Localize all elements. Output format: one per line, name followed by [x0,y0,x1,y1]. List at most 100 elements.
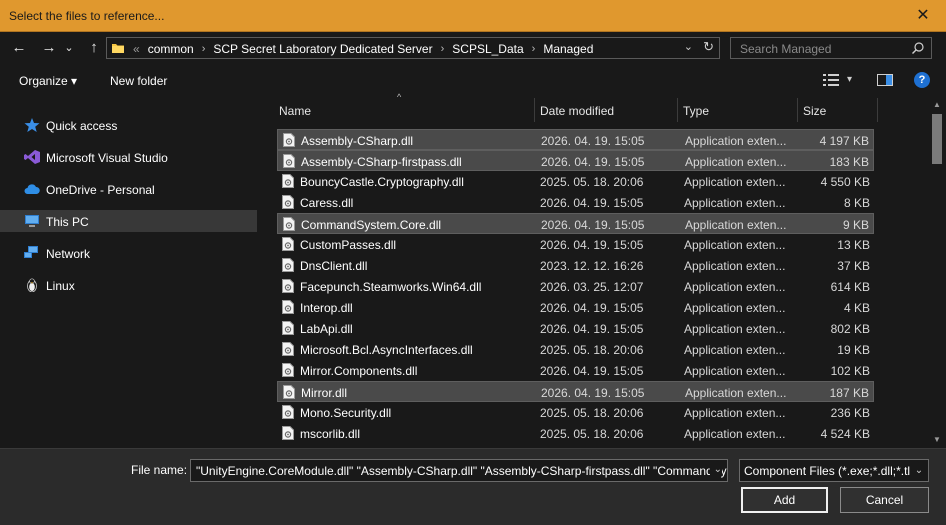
breadcrumb-separator[interactable]: › [441,43,445,55]
scroll-down-button[interactable]: ▼ [933,435,941,444]
table-row[interactable]: Mono.Security.dll 2025. 05. 18. 20:06 Appl… [277,402,874,423]
column-header-date[interactable]: Date modified [535,96,678,124]
file-type-select[interactable]: Component Files (*.exe;*.dll;*.tlb;*.olb… [739,459,929,482]
file-size: 4 KB [843,301,870,315]
table-row[interactable]: Microsoft.Bcl.AsyncInterfaces.dll 2025. 0… [277,339,874,360]
dll-file-icon [283,385,295,399]
file-name: Mono.Security.dll [300,406,392,420]
refresh-icon[interactable]: ↻ [703,39,714,55]
sidebar-item-label: Linux [46,279,75,293]
sidebar-item-network[interactable]: Network [0,242,257,264]
file-rows: Assembly-CSharp.dll 2026. 04. 19. 15:05 Ap… [277,129,874,444]
table-row[interactable]: LabApi.dll 2026. 04. 19. 15:05 Application… [277,318,874,339]
file-name: DnsClient.dll [300,259,368,273]
breadcrumb-separator[interactable]: › [532,43,536,55]
vertical-scrollbar[interactable]: ▲ ▼ [929,96,946,448]
file-type: Application exten... [684,280,786,294]
scroll-up-button[interactable]: ▲ [933,100,941,109]
file-type: Application exten... [684,343,786,357]
table-row[interactable]: Mirror.dll 2026. 04. 19. 15:05 Application… [277,381,874,402]
sidebar-item-linux[interactable]: Linux [0,274,257,296]
file-date: 2026. 04. 19. 15:05 [540,364,644,378]
table-row[interactable]: DnsClient.dll 2023. 12. 12. 16:26 Applicat… [277,255,874,276]
dll-file-icon [283,154,295,168]
breadcrumb-server[interactable]: SCP Secret Laboratory Dedicated Server [213,42,432,56]
file-size: 236 KB [830,406,870,420]
chevron-down-icon[interactable]: ⌄ [684,40,693,53]
chevron-down-icon[interactable]: ⌄ [910,460,928,481]
recent-locations-button[interactable]: ⌄ [62,38,76,58]
sidebar-item-visual-studio[interactable]: Microsoft Visual Studio [0,146,257,168]
column-header-type[interactable]: Type [678,96,797,124]
chevron-down-icon[interactable]: ⌄ [709,464,722,475]
forward-button[interactable]: → [38,38,60,58]
preview-pane-icon[interactable] [877,74,893,86]
organize-button[interactable]: Organize ▾ [19,74,77,88]
file-date: 2023. 12. 12. 16:26 [540,259,644,273]
file-date: 2026. 04. 19. 15:05 [541,134,645,148]
sidebar-item-label: This PC [46,215,89,229]
file-name-field[interactable]: "UnityEngine.CoreModule.dll" "Assembly-C… [190,459,728,482]
up-button[interactable]: ↑ [83,38,105,58]
file-type: Application exten... [684,238,786,252]
sidebar-item-onedrive[interactable]: OneDrive - Personal [0,178,257,200]
file-name: Caress.dll [300,196,354,210]
file-type: Application exten... [684,196,786,210]
sidebar-item-quick-access[interactable]: Quick access [0,114,257,136]
file-type: Application exten... [684,322,786,336]
breadcrumb-data[interactable]: SCPSL_Data [452,42,523,56]
table-row[interactable]: Interop.dll 2026. 04. 19. 15:05 Applicatio… [277,297,874,318]
breadcrumb-common[interactable]: common [148,42,194,56]
search-placeholder: Search Managed [740,42,832,56]
search-icon[interactable] [911,41,925,55]
dll-file-icon [282,174,294,188]
dll-file-icon [283,133,295,147]
file-name: LabApi.dll [300,322,353,336]
scroll-thumb[interactable] [932,114,942,164]
file-date: 2026. 04. 19. 15:05 [540,301,644,315]
file-date: 2025. 05. 18. 20:06 [540,343,644,357]
cancel-button[interactable]: Cancel [840,487,929,513]
column-header-label: Size [803,104,827,118]
file-date: 2025. 05. 18. 20:06 [540,175,644,189]
search-input[interactable]: Search Managed [730,37,932,59]
column-header-label: Type [683,104,710,118]
file-size: 183 KB [829,155,869,169]
column-divider[interactable] [877,98,878,122]
file-size: 4 197 KB [819,134,869,148]
network-icon [24,246,38,258]
table-row[interactable]: Facepunch.Steamworks.Win64.dll 2026. 03. … [277,276,874,297]
breadcrumb-separator[interactable]: › [202,43,206,55]
table-row[interactable]: CommandSystem.Core.dll 2026. 04. 19. 15:0… [277,213,874,234]
view-options-icon[interactable] [823,74,839,86]
close-button[interactable]: ✕ [900,0,946,32]
file-list: ^ Name Date modified Type Size Assembly-… [263,92,929,448]
table-row[interactable]: Assembly-CSharp.dll 2026. 04. 19. 15:05 Ap… [277,129,874,150]
navigation-pane: Quick access Microsoft Visual Studio One… [0,96,263,448]
breadcrumb-managed[interactable]: Managed [543,42,593,56]
sidebar-item-this-pc[interactable]: This PC [0,210,257,232]
back-button[interactable]: ← [8,38,30,58]
new-folder-button[interactable]: New folder [110,74,167,88]
file-date: 2026. 04. 19. 15:05 [540,238,644,252]
file-name: Microsoft.Bcl.AsyncInterfaces.dll [300,343,473,357]
help-icon[interactable]: ? [914,72,930,88]
file-type: Application exten... [684,301,786,315]
address-bar[interactable]: « common › SCP Secret Laboratory Dedicat… [106,37,720,59]
column-header-size[interactable]: Size [798,96,878,124]
table-row[interactable]: BouncyCastle.Cryptography.dll 2025. 05. 1… [277,171,874,192]
table-row[interactable]: Caress.dll 2026. 04. 19. 15:05 Application… [277,192,874,213]
breadcrumb-overflow[interactable]: « [133,42,140,56]
column-header-name[interactable]: Name [274,96,534,124]
table-row[interactable]: CustomPasses.dll 2026. 04. 19. 15:05 Appli… [277,234,874,255]
table-row[interactable]: Mirror.Components.dll 2026. 04. 19. 15:05… [277,360,874,381]
table-row[interactable]: Assembly-CSharp-firstpass.dll 2026. 04. 1… [277,150,874,171]
add-button[interactable]: Add [741,487,828,513]
dialog-footer: File name: "UnityEngine.CoreModule.dll" … [0,448,946,525]
dll-file-icon [282,405,294,419]
view-dropdown-button[interactable]: ▾ [847,74,852,85]
visual-studio-icon [24,150,40,164]
file-size: 37 KB [837,259,870,273]
table-row[interactable]: mscorlib.dll 2025. 05. 18. 20:06 Applicati… [277,423,874,444]
dll-file-icon [282,258,294,272]
